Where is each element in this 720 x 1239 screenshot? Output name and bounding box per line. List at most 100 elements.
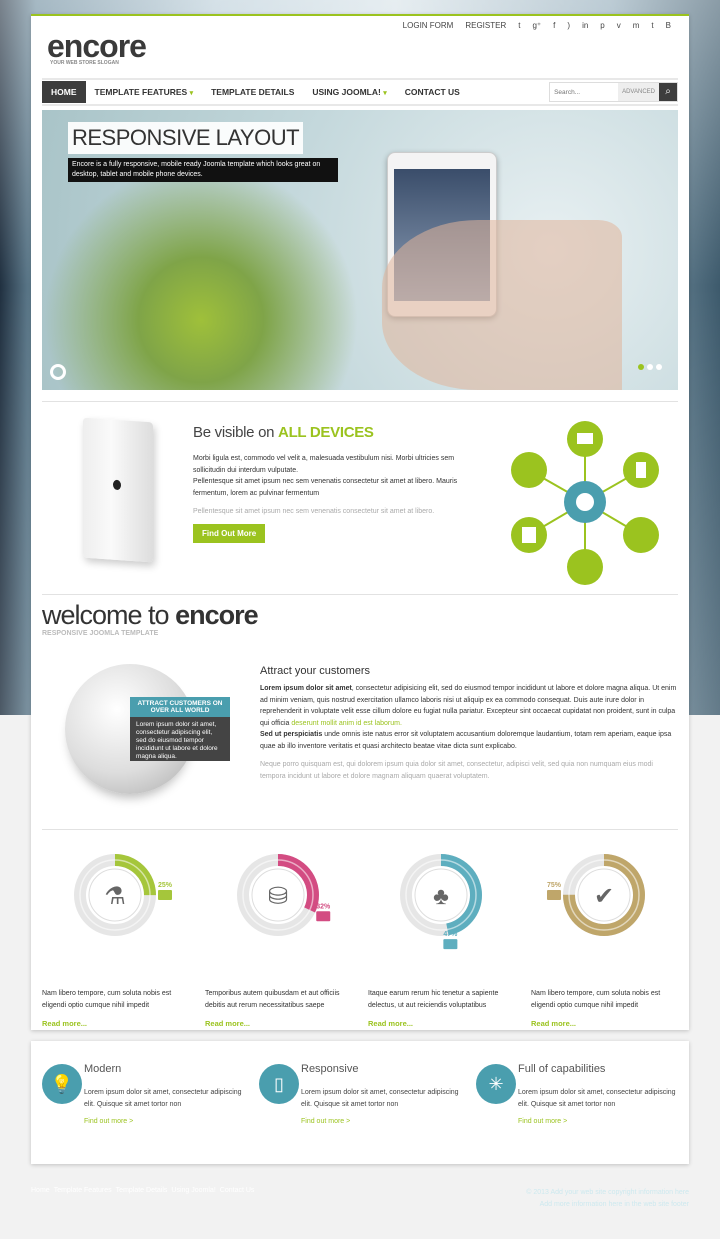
paragraph: Pellentesque sit amet ipsum nec sem vene… — [193, 478, 458, 497]
slogan: YOUR WEB STORE SLOGAN — [50, 60, 119, 66]
read-more-link[interactable]: Read more... — [205, 1019, 250, 1028]
rss-icon[interactable]: ) — [567, 21, 570, 30]
divider — [42, 594, 678, 595]
stat-item: ⚗ 25% Nam libero tempore, cum soluta nob… — [42, 838, 192, 1028]
nav-home[interactable]: HOME — [42, 81, 86, 103]
arrow-icon — [158, 890, 172, 900]
inline-link[interactable]: deserunt mollit anim id est laborum. — [291, 720, 402, 727]
blogger-icon[interactable]: B — [666, 21, 671, 30]
stat-text: Itaque earum rerum hic tenetur a sapient… — [368, 990, 499, 1009]
progress-donut: ✔ 75% — [547, 854, 645, 936]
globe-callout: ATTRACT CUSTOMERS ON OVER ALL WORLD Lore… — [130, 697, 230, 761]
devices-title: Be visible on ALL DEVICES — [193, 424, 374, 441]
find-out-more-link[interactable]: Find out more > — [301, 1118, 350, 1125]
cloud-icon — [623, 517, 659, 553]
arrow-icon — [547, 890, 561, 900]
stat-item: ♣ 47% Itaque earum rerum hic tenetur a s… — [368, 838, 518, 1028]
hero-title: RESPONSIVE LAYOUT — [68, 122, 304, 154]
read-more-link[interactable]: Read more... — [42, 1019, 87, 1028]
stat-item: ✔ 75% Nam libero tempore, cum soluta nob… — [531, 838, 681, 1028]
caret-down-icon: ▾ — [189, 90, 194, 97]
features-box: 💡 Modern Lorem ipsum dolor sit amet, con… — [31, 1041, 689, 1164]
progress-donut: ⛁ 32% — [237, 854, 331, 936]
google-plus-icon[interactable]: g⁺ — [532, 21, 541, 30]
nav-contact-us[interactable]: CONTACT US — [396, 81, 469, 103]
feature-item: ▯ Responsive Lorem ipsum dolor sit amet,… — [259, 1041, 469, 1161]
title-bold: ALL DEVICES — [278, 424, 374, 441]
welcome-subtitle: RESPONSIVE JOOMLA TEMPLATE — [42, 630, 159, 637]
slide-dot[interactable] — [656, 364, 662, 370]
myspace-icon[interactable]: m — [633, 21, 640, 30]
footer-copyright: © 2013 Add your web site copyright infor… — [526, 1187, 689, 1211]
slide-dot[interactable] — [638, 364, 644, 370]
search-box: ADVANCED ⌕ — [549, 82, 678, 102]
search-icon[interactable]: ⌕ — [659, 83, 677, 101]
read-more-link[interactable]: Read more... — [368, 1019, 413, 1028]
nav-template-features[interactable]: TEMPLATE FEATURES ▾ — [86, 81, 203, 103]
nav-template-details[interactable]: TEMPLATE DETAILS — [202, 81, 303, 103]
nav-label: USING JOOMLA! — [312, 87, 381, 97]
percent-label: 75% — [547, 882, 562, 889]
paragraph: Morbi ligula est, commodo vel velit a, m… — [193, 455, 455, 474]
footer-link[interactable]: Contact Us — [220, 1187, 255, 1194]
stat-text: Nam libero tempore, cum soluta nobis est… — [531, 990, 661, 1009]
lightbulb-icon: 💡 — [42, 1064, 82, 1104]
read-more-link[interactable]: Read more... — [531, 1019, 576, 1028]
footer-link[interactable]: Template Features — [54, 1187, 112, 1194]
login-form-link[interactable]: LOGIN FORM — [403, 21, 454, 30]
find-out-more-button[interactable]: Find Out More — [193, 524, 266, 543]
callout-text: Lorem ipsum dolor sit amet, consectetur … — [130, 717, 230, 761]
footer-link[interactable]: Home — [31, 1187, 50, 1194]
vimeo-icon[interactable]: v — [617, 21, 621, 30]
percent-label: 47% — [443, 931, 458, 938]
copyright-text: © 2013 Add your web site copyright infor… — [526, 1189, 689, 1196]
grey-text: Neque porro quisquam est, qui dolorem ip… — [260, 761, 653, 780]
footer-link[interactable]: Using Joomla! — [171, 1187, 215, 1194]
divider — [42, 829, 678, 830]
twitter-icon[interactable]: t — [518, 21, 520, 30]
spinner-icon: ✳ — [476, 1064, 516, 1104]
slide-dot[interactable] — [647, 364, 653, 370]
hand-image — [382, 220, 622, 390]
percent-label: 25% — [158, 882, 173, 889]
heart-icon — [567, 549, 603, 585]
percent-label: 32% — [316, 903, 331, 910]
arrow-icon — [316, 911, 331, 922]
divider — [42, 401, 678, 402]
feature-title: Modern — [84, 1063, 122, 1075]
feature-item: 💡 Modern Lorem ipsum dolor sit amet, con… — [42, 1041, 252, 1161]
database-icon: ⛁ — [268, 883, 288, 910]
devices-hub-diagram — [511, 421, 659, 585]
tree-icon: ♣ — [433, 883, 449, 910]
tablet-icon: ▯ — [259, 1064, 299, 1104]
feature-text: Lorem ipsum dolor sit amet, consectetur … — [518, 1089, 676, 1108]
search-input[interactable] — [550, 83, 619, 101]
feature-item: ✳ Full of capabilities Lorem ipsum dolor… — [476, 1041, 686, 1161]
facebook-icon[interactable]: f — [553, 21, 555, 30]
main-nav: HOME TEMPLATE FEATURES ▾ TEMPLATE DETAIL… — [42, 78, 678, 106]
title-light: welcome to — [42, 600, 176, 630]
callout-title: ATTRACT CUSTOMERS ON OVER ALL WORLD — [130, 697, 230, 717]
slider-dots — [638, 364, 662, 370]
devices-text: Morbi ligula est, commodo vel velit a, m… — [193, 453, 475, 518]
paragraph: Pellentesque sit amet ipsum nec sem vene… — [193, 508, 435, 515]
stat-text: Temporibus autem quibusdam et aut offici… — [205, 990, 340, 1009]
attract-heading: Attract your customers — [260, 665, 371, 677]
advanced-search-button[interactable]: ADVANCED — [618, 83, 659, 101]
pinterest-icon[interactable]: p — [600, 21, 604, 30]
stat-item: ⛁ 32% Temporibus autem quibusdam et aut … — [205, 838, 355, 1028]
bold-lead: Lorem ipsum dolor sit amet — [260, 685, 352, 692]
find-out-more-link[interactable]: Find out more > — [84, 1118, 133, 1125]
nav-using-joomla[interactable]: USING JOOMLA! ▾ — [303, 81, 395, 103]
caret-down-icon: ▾ — [383, 90, 387, 97]
register-link[interactable]: REGISTER — [465, 21, 506, 30]
feature-text: Lorem ipsum dolor sit amet, consectetur … — [301, 1089, 459, 1108]
bold-lead: Sed ut perspiciatis — [260, 731, 323, 738]
find-out-more-link[interactable]: Find out more > — [518, 1118, 567, 1125]
linkedin-icon[interactable]: in — [582, 21, 588, 30]
text: unde omnis iste natus error sit voluptat… — [260, 731, 672, 750]
footer-link[interactable]: Template Details — [116, 1187, 168, 1194]
progress-donut: ⚗ 25% — [74, 854, 173, 936]
tumblr-icon[interactable]: t — [651, 21, 653, 30]
main-container: LOGIN FORM REGISTER t g⁺ f ) in p v m t … — [31, 14, 689, 1030]
